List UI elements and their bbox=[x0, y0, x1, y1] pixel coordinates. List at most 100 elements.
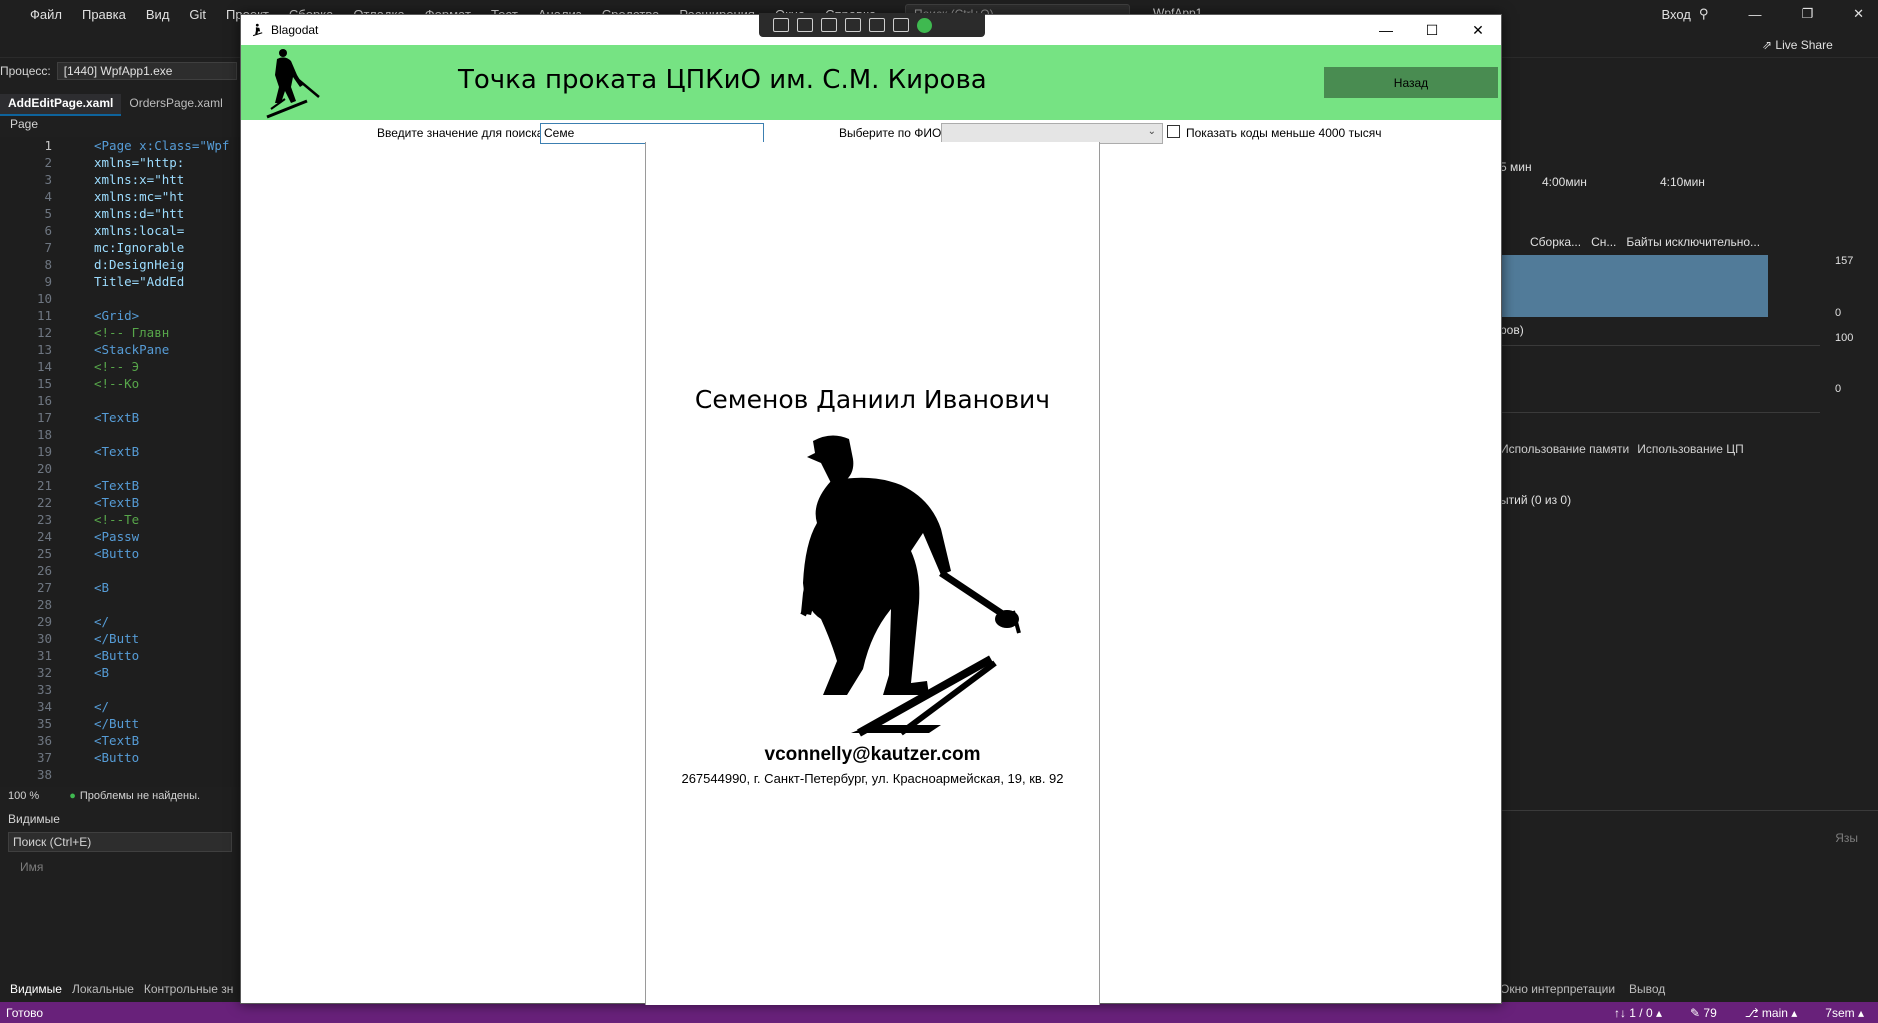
code-line[interactable]: 14 <!-- Э bbox=[0, 358, 240, 375]
vs-signin[interactable]: Вход bbox=[1661, 7, 1690, 22]
tab-memory-usage[interactable]: Использование памяти bbox=[1500, 442, 1629, 456]
accessibility-icon[interactable] bbox=[893, 18, 909, 32]
status-right: ↑↓ 1 / 0 ▴ ✎ 79 ⎇ main ▴ 7sem ▴ bbox=[1614, 1006, 1878, 1020]
tab-output[interactable]: Вывод bbox=[1629, 982, 1665, 996]
code-line[interactable]: 17 <TextB bbox=[0, 409, 240, 426]
tab-watch[interactable]: Контрольные зн bbox=[144, 982, 234, 996]
vs-restore-icon[interactable]: ❐ bbox=[1801, 6, 1813, 22]
line-number: 15 bbox=[36, 376, 52, 391]
maximize-button[interactable]: ☐ bbox=[1409, 15, 1455, 45]
code-line[interactable]: 31 <Butto bbox=[0, 647, 240, 664]
code-line[interactable]: 15 <!--Ко bbox=[0, 375, 240, 392]
locals-search[interactable]: Поиск (Ctrl+E) bbox=[8, 832, 232, 852]
code-line[interactable]: 9 Title="AddEd bbox=[0, 273, 240, 290]
code-line[interactable]: 16 bbox=[0, 392, 240, 409]
code-line[interactable]: 26 bbox=[0, 562, 240, 579]
breadcrumb[interactable]: Page bbox=[0, 117, 240, 135]
line-number: 37 bbox=[36, 750, 52, 765]
code-text: xmlns:d="htt bbox=[94, 206, 185, 221]
code-line[interactable]: 2 xmlns="http: bbox=[0, 154, 240, 171]
vs-menu-item[interactable]: Git bbox=[179, 7, 216, 22]
code-line[interactable]: 38 bbox=[0, 766, 240, 783]
app-header: Точка проката ЦПКиО им. С.М. Кирова bbox=[241, 45, 1501, 120]
process-select[interactable]: [1440] WpfApp1.exe bbox=[56, 62, 237, 80]
close-button[interactable]: ✕ bbox=[1455, 15, 1501, 45]
code-line[interactable]: 5 xmlns:d="htt bbox=[0, 205, 240, 222]
code-text: <Page x:Class="Wpf bbox=[94, 138, 230, 153]
code-text: <Butto bbox=[94, 750, 140, 765]
search-input[interactable]: Семе bbox=[540, 123, 764, 144]
live-share-icon: ⇗ bbox=[1762, 38, 1773, 52]
status-changes[interactable]: ↑↓ 1 / 0 ▴ bbox=[1614, 1006, 1662, 1020]
tab-orderspage[interactable]: OrdersPage.xaml bbox=[121, 94, 230, 116]
lang-column: Язы bbox=[1835, 831, 1858, 845]
cpu-min: 0 bbox=[1835, 383, 1842, 395]
code-line[interactable]: 37 <Butto bbox=[0, 749, 240, 766]
status-branch[interactable]: ⎇ main ▴ bbox=[1745, 1006, 1798, 1020]
code-line[interactable]: 23 <!--Те bbox=[0, 511, 240, 528]
line-number: 2 bbox=[44, 155, 52, 170]
code-line[interactable]: 19 <TextB bbox=[0, 443, 240, 460]
fio-combobox[interactable]: ⌄ bbox=[941, 123, 1163, 144]
tab-cpu-usage[interactable]: Использование ЦП bbox=[1637, 442, 1744, 456]
code-line[interactable]: 1 <Page x:Class="Wpf bbox=[0, 137, 240, 154]
code-text: d:DesignHeig bbox=[94, 257, 185, 272]
code-line[interactable]: 20 bbox=[0, 460, 240, 477]
time-label-2: 4:00мин bbox=[1542, 175, 1587, 189]
person-icon[interactable]: ⚲ bbox=[1699, 6, 1709, 22]
status-edits[interactable]: ✎ 79 bbox=[1690, 1006, 1717, 1020]
tab-addeditpage[interactable]: AddEditPage.xaml bbox=[0, 94, 122, 116]
tab-locals[interactable]: Локальные bbox=[72, 982, 134, 996]
vs-minimize-icon[interactable]: — bbox=[1748, 7, 1761, 22]
record-icon[interactable] bbox=[797, 18, 813, 32]
app-title: Точка проката ЦПКиО им. С.М. Кирова bbox=[458, 65, 987, 95]
code-line[interactable]: 32 <B bbox=[0, 664, 240, 681]
code-line[interactable]: 22 <TextB bbox=[0, 494, 240, 511]
code-line[interactable]: 25 <Butto bbox=[0, 545, 240, 562]
code-line[interactable]: 6 xmlns:local= bbox=[0, 222, 240, 239]
adorner-icon[interactable] bbox=[845, 18, 861, 32]
code-line[interactable]: 8 d:DesignHeig bbox=[0, 256, 240, 273]
client-card[interactable]: Семенов Даниил Иванович vconnelly@kautze… bbox=[645, 142, 1100, 1005]
code-line[interactable]: 21 <TextB bbox=[0, 477, 240, 494]
code-line[interactable]: 28 bbox=[0, 596, 240, 613]
code-line[interactable]: 34 </ bbox=[0, 698, 240, 715]
back-button[interactable]: Назад bbox=[1324, 67, 1498, 98]
code-line[interactable]: 4 xmlns:mc="ht bbox=[0, 188, 240, 205]
code-line[interactable]: 24 <Passw bbox=[0, 528, 240, 545]
vs-close-icon[interactable]: ✕ bbox=[1853, 6, 1864, 22]
code-text: xmlns:mc="ht bbox=[94, 189, 185, 204]
code-line[interactable]: 12 <!-- Главн bbox=[0, 324, 240, 341]
code-line[interactable]: 27 <B bbox=[0, 579, 240, 596]
code-line[interactable]: 33 bbox=[0, 681, 240, 698]
code-line[interactable]: 7 mc:Ignorable bbox=[0, 239, 240, 256]
diag-events: ытий (0 из 0) bbox=[1500, 493, 1572, 507]
code-line[interactable]: 10 bbox=[0, 290, 240, 307]
hot-reload-icon[interactable] bbox=[869, 18, 885, 32]
codes-checkbox[interactable] bbox=[1167, 125, 1180, 138]
pointer-icon[interactable] bbox=[821, 18, 837, 32]
zoom-level[interactable]: 100 % bbox=[0, 790, 69, 802]
vs-menu-item[interactable]: Файл bbox=[20, 7, 72, 22]
tab-visible[interactable]: Видимые bbox=[10, 982, 62, 996]
code-line[interactable]: 3 xmlns:x="htt bbox=[0, 171, 240, 188]
code-line[interactable]: 30 </Butt bbox=[0, 630, 240, 647]
code-line[interactable]: 29 </ bbox=[0, 613, 240, 630]
vs-statusbar: Готово ↑↓ 1 / 0 ▴ ✎ 79 ⎇ main ▴ 7sem ▴ bbox=[0, 1002, 1878, 1023]
code-line[interactable]: 11 <Grid> bbox=[0, 307, 240, 324]
skier-photo bbox=[800, 435, 1021, 737]
minimize-button[interactable]: — bbox=[1363, 15, 1409, 45]
code-line[interactable]: 35 </Butt bbox=[0, 715, 240, 732]
line-number: 22 bbox=[36, 495, 52, 510]
live-share-button[interactable]: ⇗ Live Share bbox=[1762, 38, 1833, 52]
vs-menu-item[interactable]: Вид bbox=[136, 7, 180, 22]
code-editor[interactable]: 1 <Page x:Class="Wpf 2 xmlns="http: 3 xmlns… bbox=[0, 137, 240, 787]
code-line[interactable]: 36 <TextB bbox=[0, 732, 240, 749]
vs-menu-item[interactable]: Правка bbox=[72, 7, 136, 22]
status-repo[interactable]: 7sem ▴ bbox=[1825, 1006, 1864, 1020]
code-line[interactable]: 18 bbox=[0, 426, 240, 443]
select-element-icon[interactable] bbox=[773, 18, 789, 32]
tab-immediate[interactable]: Окно интерпретации bbox=[1500, 982, 1615, 996]
code-text: mc:Ignorable bbox=[94, 240, 185, 255]
code-line[interactable]: 13 <StackPane bbox=[0, 341, 240, 358]
